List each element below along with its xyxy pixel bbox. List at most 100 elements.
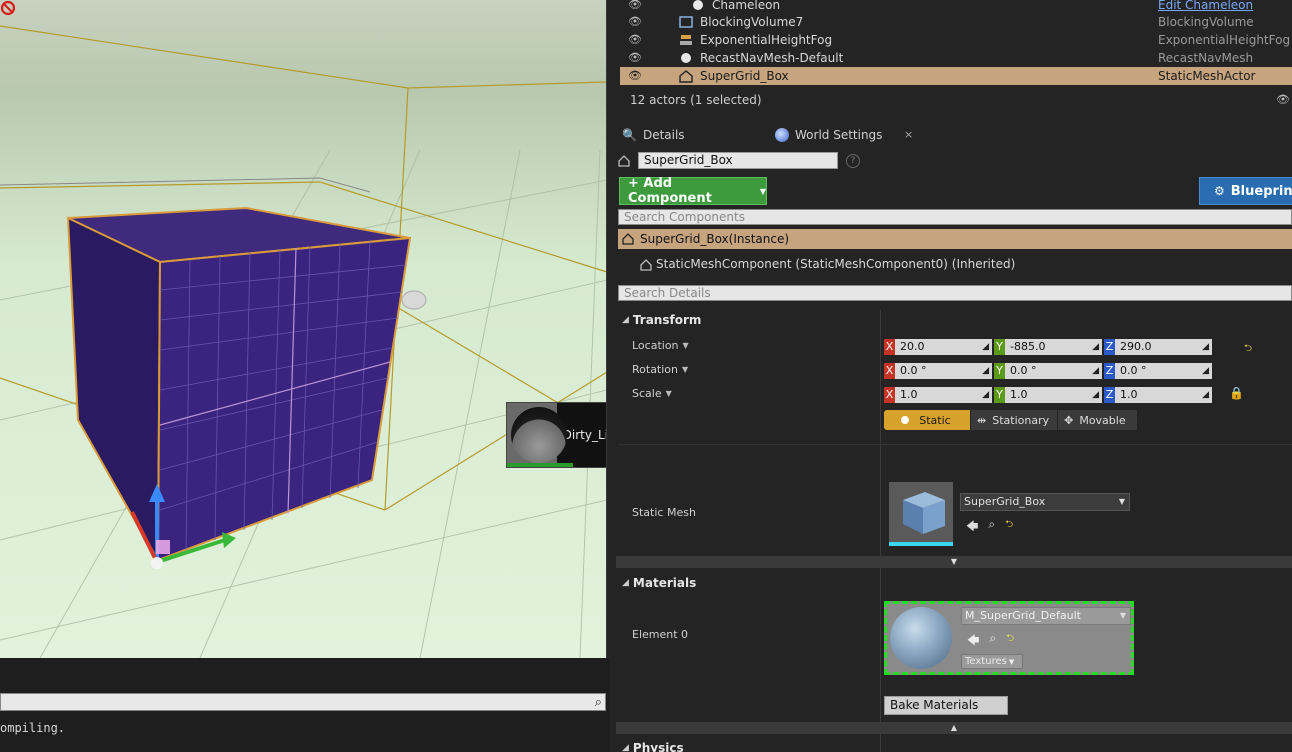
cube-thumbnail-icon — [903, 492, 945, 534]
static-mesh-thumbnail[interactable] — [889, 482, 953, 546]
use-selected-arrow-icon[interactable]: 🡄 — [966, 517, 978, 538]
outliner-row-chameleon[interactable]: 👁 Chameleon Edit Chameleon — [620, 0, 1292, 14]
material-tools: 🡄 ⌕ ⮌ — [967, 631, 1014, 652]
rotation-label[interactable]: Rotation ▼ — [632, 363, 688, 376]
browse-search-icon[interactable]: ⌕ — [988, 517, 995, 538]
magnifier-icon: 🔍 — [622, 128, 637, 142]
browse-search-icon[interactable]: ⌕ — [989, 631, 996, 652]
chevron-down-icon: ▼ — [759, 186, 766, 196]
chevron-down-icon: ▼ — [665, 389, 672, 398]
sphere-icon — [681, 53, 691, 63]
level-viewport[interactable]: Dirty_Linoleum_Tiles_00_inst1 — [0, 0, 607, 658]
component-child-row[interactable]: StaticMeshComponent (StaticMeshComponent… — [656, 257, 1015, 271]
no-drop-icon — [0, 0, 16, 16]
rotation-z-field[interactable]: 0.0 ° — [1115, 363, 1212, 379]
static-mesh-combo[interactable]: SuperGrid_Box ▼ — [960, 493, 1130, 511]
reset-to-default-icon[interactable]: ⮌ — [1244, 341, 1252, 358]
expand-advanced-bar[interactable]: ▼ — [616, 556, 1292, 568]
eye-icon[interactable]: 👁 — [628, 0, 648, 11]
globe-icon — [775, 128, 789, 142]
add-component-button[interactable]: + Add Component ▼ — [619, 176, 767, 206]
drag-drop-tooltip: Dirty_Linoleum_Tiles_00_inst1 — [506, 402, 606, 468]
location-label[interactable]: Location ▼ — [632, 339, 689, 352]
outliner-row-navmesh[interactable]: 👁 RecastNavMesh-Default RecastNavMesh — [620, 49, 1292, 67]
eye-icon[interactable]: 👁 — [628, 33, 648, 46]
bake-materials-button[interactable]: Bake Materials — [884, 696, 1008, 715]
element-0-label: Element 0 — [632, 628, 689, 641]
eye-icon[interactable]: 👁 — [628, 15, 648, 28]
tab-details[interactable]: 🔍 Details — [622, 128, 685, 142]
view-options-eye-icon[interactable]: 👁 — [1276, 93, 1290, 106]
material-thumbnail[interactable] — [890, 607, 952, 669]
static-mesh-component-icon — [640, 259, 652, 271]
chevron-down-icon: ▼ — [1008, 658, 1015, 666]
scale-vector: X 1.0 Y 1.0 Z 1.0 — [884, 387, 1212, 403]
reset-to-default-icon[interactable]: ⮌ — [1005, 517, 1013, 538]
static-mesh-label: Static Mesh — [632, 506, 696, 519]
mobility-static-button[interactable]: Static — [884, 410, 971, 430]
viewport-scene — [0, 25, 606, 658]
outliner-row-supergrid-box[interactable]: 👁 SuperGrid_Box StaticMeshActor — [620, 67, 1292, 85]
rotation-y-field[interactable]: 0.0 ° — [1005, 363, 1102, 379]
physics-category[interactable]: ◢ Physics — [618, 738, 1292, 752]
log-search-input[interactable]: ⌕ — [0, 693, 606, 711]
tab-close-icon[interactable]: × — [904, 128, 913, 141]
collapse-advanced-bar[interactable]: ▲ — [616, 722, 1292, 734]
help-icon[interactable]: ? — [846, 153, 860, 168]
scale-y-field[interactable]: 1.0 — [1005, 387, 1102, 403]
search-details-input[interactable]: Search Details — [618, 285, 1292, 301]
actor-name-row: SuperGrid_Box ? — [618, 152, 860, 169]
lock-icon[interactable]: 🔒 — [1229, 386, 1244, 400]
sphere-icon — [693, 0, 703, 10]
material-combo[interactable]: M_SuperGrid_Default ▼ — [961, 607, 1131, 625]
actor-name-input[interactable]: SuperGrid_Box — [638, 152, 838, 169]
location-y-field[interactable]: -885.0 — [1005, 339, 1102, 355]
outliner-row-fog[interactable]: 👁 ExponentialHeightFog ExponentialHeight… — [620, 31, 1292, 49]
edit-chameleon-link[interactable]: Edit Chameleon — [1158, 0, 1253, 12]
component-root-row[interactable]: SuperGrid_Box(Instance) — [618, 229, 1292, 249]
eye-icon[interactable]: 👁 — [628, 69, 648, 82]
gear-icon: ⚙ — [1214, 184, 1225, 198]
static-mesh-tools: 🡄 ⌕ ⮌ — [966, 517, 1013, 538]
static-mesh-icon — [679, 70, 693, 83]
movable-icon: ✥ — [1064, 413, 1074, 427]
drag-tooltip-label: Dirty_Linoleum_Tiles_00_inst1 — [562, 428, 606, 442]
expanded-triangle-icon: ◢ — [622, 578, 629, 588]
right-panel: 👁 Chameleon Edit Chameleon 👁 BlockingVol… — [610, 0, 1292, 752]
column-divider[interactable] — [880, 310, 881, 752]
scale-label[interactable]: Scale ▼ — [632, 387, 672, 400]
material-drop-target[interactable]: M_SuperGrid_Default ▼ 🡄 ⌕ ⮌ Textures ▼ — [884, 601, 1134, 675]
textures-dropdown[interactable]: Textures ▼ — [961, 654, 1023, 669]
chevron-down-icon: ▼ — [1118, 497, 1125, 506]
scale-z-field[interactable]: 1.0 — [1115, 387, 1212, 403]
mobility-selector: Static ⇹ Stationary ✥ Movable — [884, 410, 1139, 430]
location-vector: X 20.0 Y -885.0 Z 290.0 — [884, 339, 1212, 355]
volume-icon — [679, 16, 693, 28]
stationary-icon: ⇹ — [977, 413, 987, 427]
separator — [618, 444, 1292, 445]
static-mesh-icon — [618, 154, 630, 167]
location-x-field[interactable]: 20.0 — [895, 339, 992, 355]
scale-x-field[interactable]: 1.0 — [895, 387, 992, 403]
reset-to-default-icon[interactable]: ⮌ — [1006, 631, 1014, 652]
chevron-down-icon: ▼ — [1119, 611, 1126, 620]
location-z-field[interactable]: 290.0 — [1115, 339, 1212, 355]
eye-icon[interactable]: 👁 — [628, 51, 648, 64]
mobility-stationary-button[interactable]: ⇹ Stationary — [971, 410, 1059, 430]
outliner-row-blockingvolume[interactable]: 👁 BlockingVolume7 BlockingVolume — [620, 13, 1292, 31]
chevron-down-icon: ▼ — [682, 341, 689, 350]
expanded-triangle-icon: ◢ — [622, 743, 629, 752]
expanded-triangle-icon: ◢ — [622, 315, 629, 325]
rotation-x-field[interactable]: 0.0 ° — [895, 363, 992, 379]
blueprint-button[interactable]: ⚙ Blueprint — [1199, 177, 1292, 205]
use-selected-arrow-icon[interactable]: 🡄 — [967, 631, 979, 652]
transform-category[interactable]: ◢ Transform — [618, 310, 1292, 330]
materials-category[interactable]: ◢ Materials — [618, 573, 1292, 593]
material-thumbnail — [507, 403, 573, 467]
search-components-input[interactable]: Search Components — [618, 209, 1292, 225]
rotation-vector: X 0.0 ° Y 0.0 ° Z 0.0 ° — [884, 363, 1212, 379]
chevron-down-icon: ▼ — [682, 365, 689, 374]
log-line: ompiling. — [0, 721, 66, 735]
tab-world-settings[interactable]: World Settings — [775, 128, 882, 142]
mobility-movable-button[interactable]: ✥ Movable — [1058, 410, 1139, 430]
